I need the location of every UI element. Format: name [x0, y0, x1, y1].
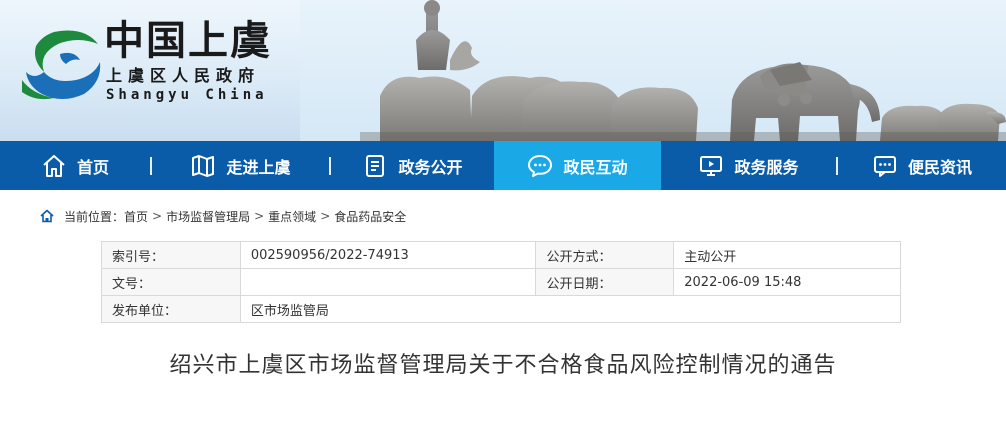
- date-value: 2022-06-09 15:48: [673, 268, 901, 296]
- site-english-name: Shangyu China: [106, 87, 268, 103]
- article-title: 绍兴市上虞区市场监督管理局关于不合格食品风险控制情况的通告: [169, 353, 837, 378]
- nav-item-label: 政民互动: [563, 157, 628, 177]
- main-nav: 首页 走进上虞 政务公开 政民互动 政务服务 便民资讯: [0, 141, 1006, 190]
- doc-number-label: 文号：: [101, 268, 241, 296]
- nav-item-label: 政务公开: [398, 157, 463, 177]
- government-logo-icon: [22, 30, 101, 100]
- table-row: 索引号： 002590956/2022-74913 公开方式： 主动公开: [101, 241, 901, 269]
- nav-item-services[interactable]: 政务服务: [661, 141, 836, 190]
- header-banner: 中国上虞 上虞区人民政府 Shangyu China: [0, 0, 1006, 141]
- breadcrumb-prefix: 当前位置：: [64, 209, 125, 224]
- date-label: 公开日期：: [535, 268, 675, 296]
- nav-item-label: 政务服务: [734, 157, 799, 177]
- publisher-value: 区市场监管局: [239, 295, 902, 323]
- breadcrumb-link-key-areas[interactable]: 重点领域: [268, 208, 316, 225]
- index-value: 002590956/2022-74913: [239, 241, 537, 269]
- nav-item-gov-info[interactable]: 政务公开: [331, 141, 494, 190]
- site-title: 中国上虞: [104, 17, 272, 64]
- home-icon: [40, 209, 54, 223]
- chat-icon: [528, 154, 553, 177]
- message-icon: [873, 155, 896, 177]
- breadcrumb-separator: >: [320, 209, 331, 223]
- document-meta-table: 索引号： 002590956/2022-74913 公开方式： 主动公开 文号：…: [101, 241, 902, 323]
- nav-item-label: 便民资讯: [907, 157, 972, 177]
- breadcrumb-separator: >: [254, 209, 265, 223]
- breadcrumb-link-food-drug[interactable]: 食品药品安全: [334, 208, 406, 225]
- nav-item-home[interactable]: 首页: [0, 141, 150, 190]
- table-row: 文号： 公开日期： 2022-06-09 15:48: [101, 268, 901, 296]
- index-label: 索引号：: [101, 241, 241, 269]
- nav-item-label: 走进上虞: [226, 157, 291, 177]
- monitor-icon: [700, 155, 723, 176]
- breadcrumb: 当前位置： 首页 > 市场监督管理局 > 重点领域 > 食品药品安全: [40, 206, 406, 226]
- elephant-sculpture-image: [360, 0, 1006, 141]
- method-label: 公开方式：: [535, 241, 675, 269]
- nav-item-label: 首页: [76, 157, 109, 177]
- table-row: 发布单位： 区市场监管局: [101, 295, 902, 323]
- breadcrumb-separator: >: [152, 209, 163, 223]
- doc-number-value: [239, 268, 537, 296]
- map-icon: [192, 154, 215, 177]
- nav-item-interaction[interactable]: 政民互动: [494, 141, 661, 190]
- nav-item-info[interactable]: 便民资讯: [838, 141, 1006, 190]
- method-value: 主动公开: [673, 241, 901, 269]
- publisher-label: 发布单位：: [101, 295, 241, 323]
- home-icon: [43, 154, 65, 177]
- site-subtitle: 上虞区人民政府: [106, 66, 261, 85]
- breadcrumb-link-home[interactable]: 首页: [124, 208, 148, 225]
- nav-item-about[interactable]: 走进上虞: [152, 141, 329, 190]
- breadcrumb-link-bureau[interactable]: 市场监督管理局: [166, 208, 250, 225]
- document-icon: [366, 154, 385, 177]
